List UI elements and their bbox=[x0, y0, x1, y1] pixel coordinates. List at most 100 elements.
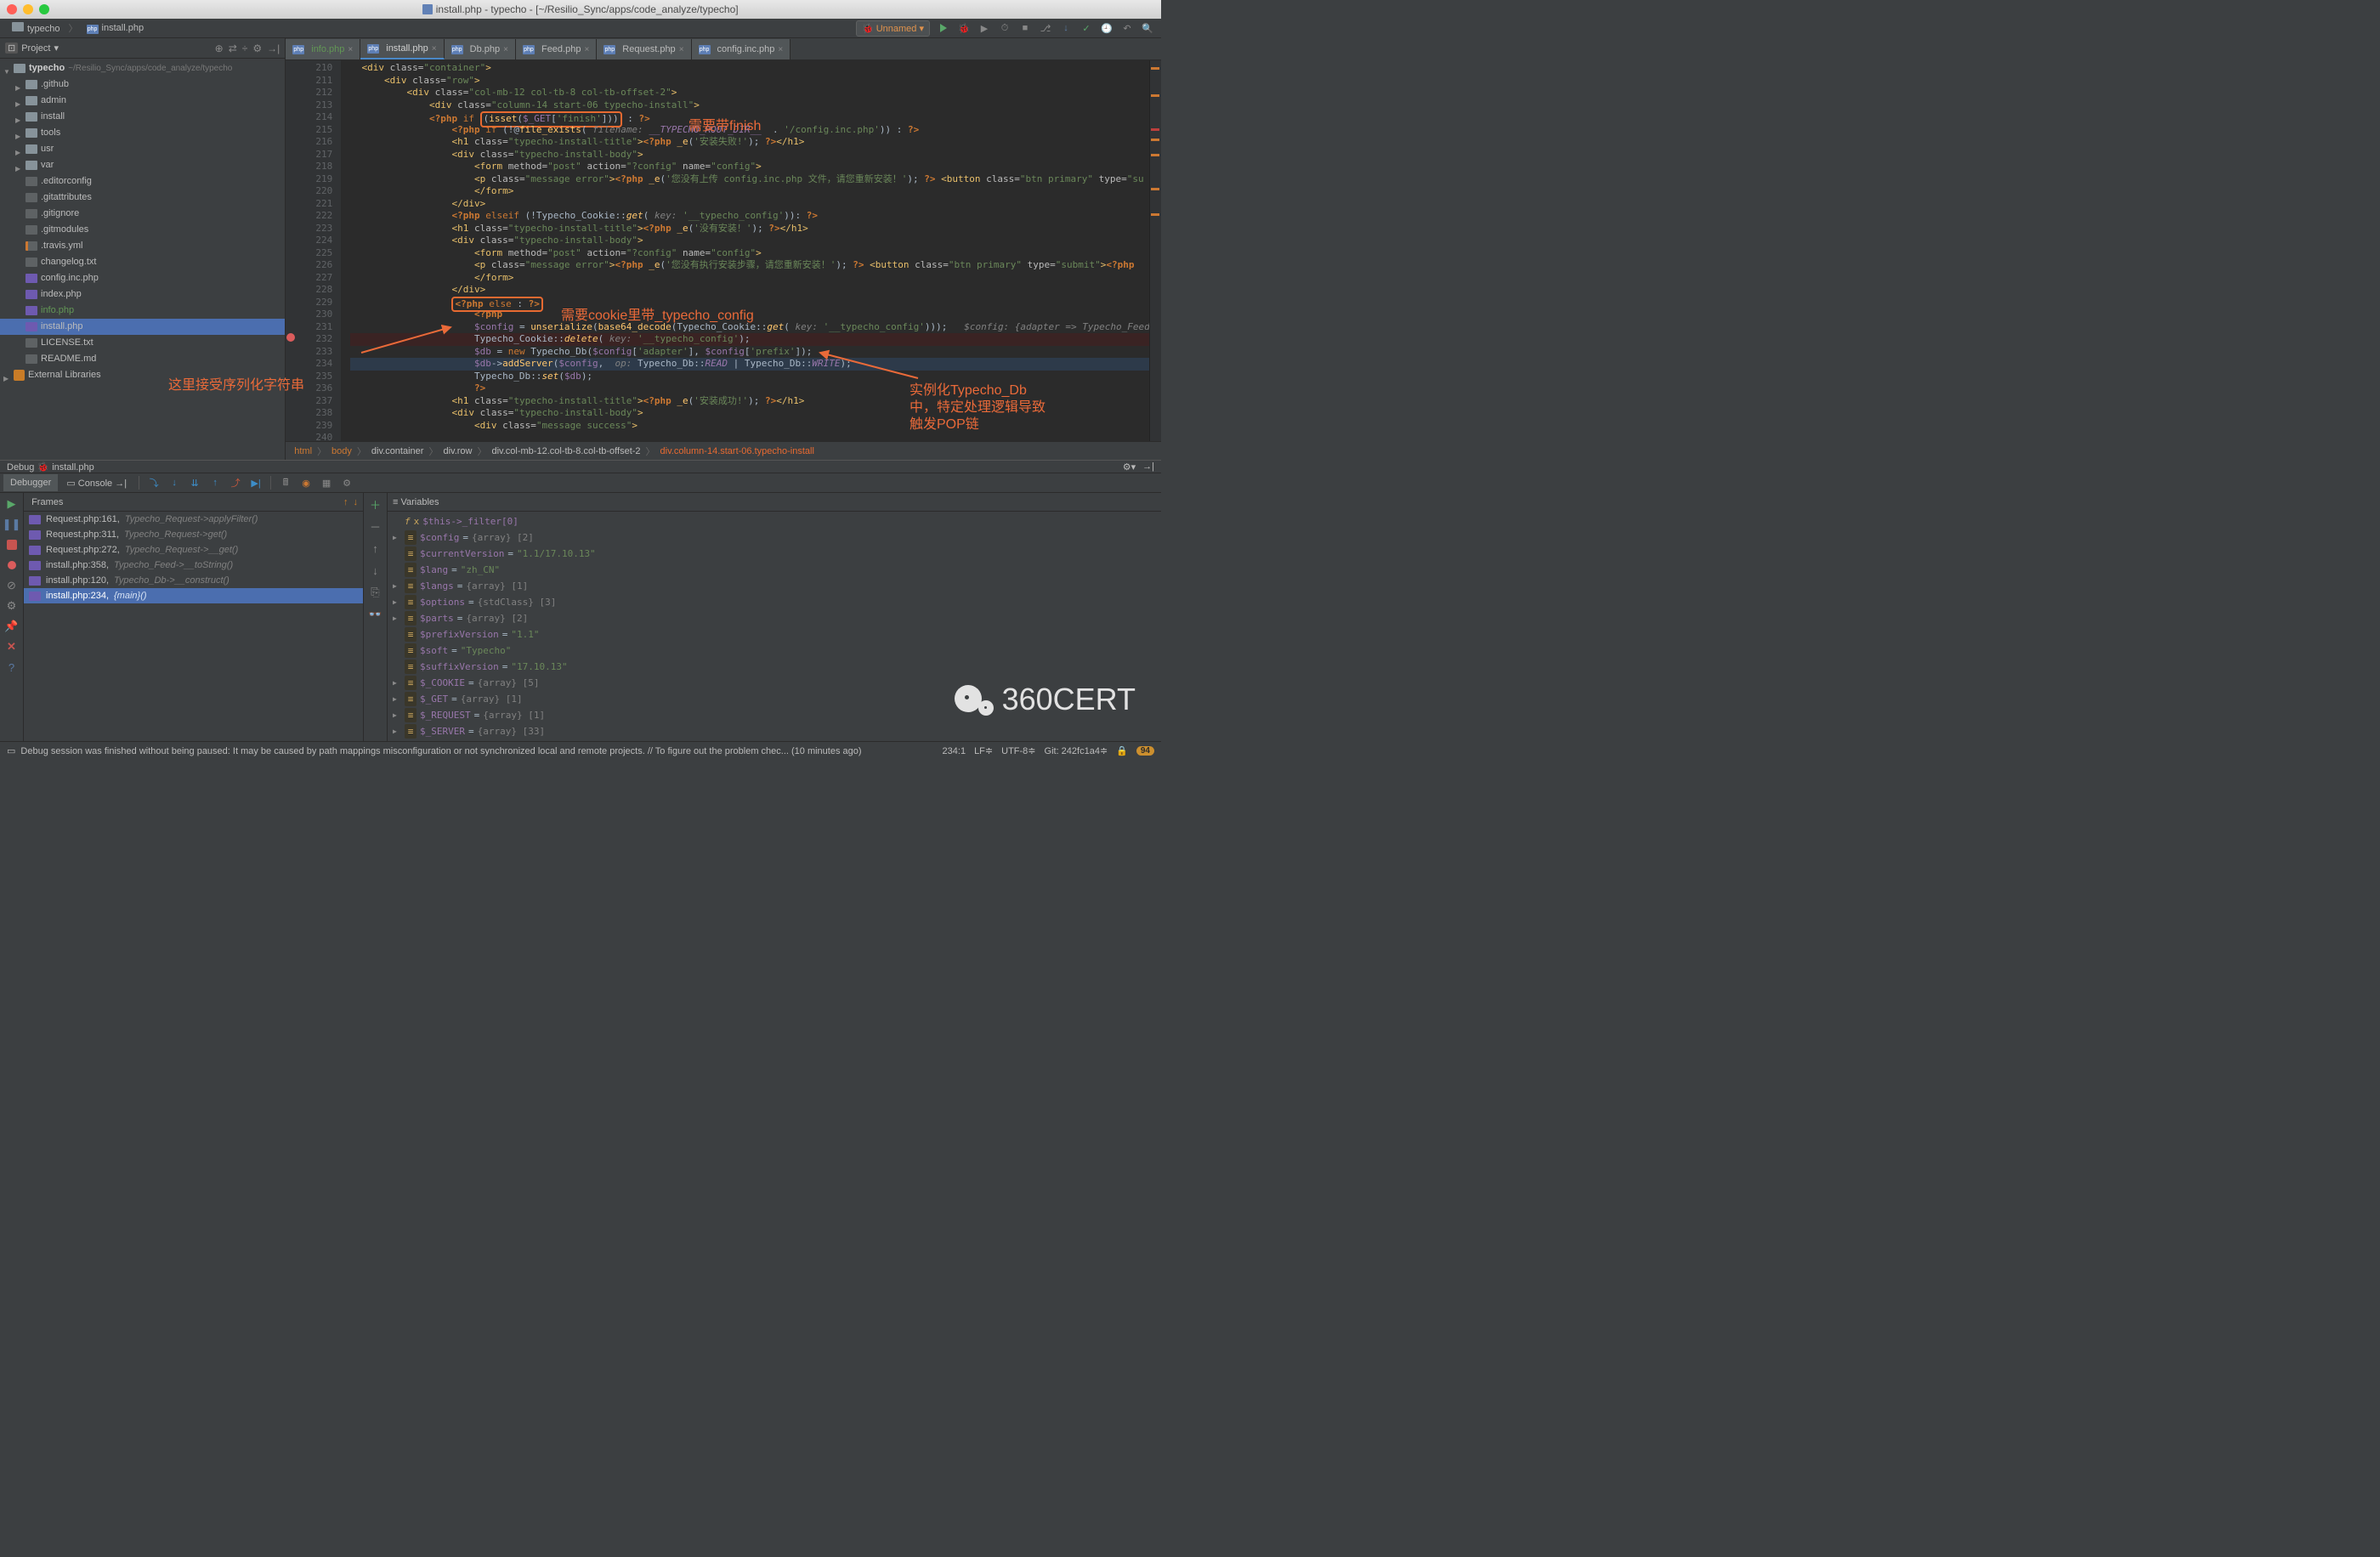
hide-icon[interactable]: →| bbox=[267, 42, 280, 54]
debug-button[interactable]: 🐞 bbox=[957, 21, 971, 35]
next-frame-icon[interactable]: ↓ bbox=[354, 497, 359, 507]
var-$_SERVER[interactable]: ▶≡ $_SERVER = {array} [33] bbox=[388, 723, 1161, 739]
step-over-icon[interactable]: ⤵ bbox=[144, 473, 163, 492]
breadcrumb-html[interactable]: html bbox=[294, 446, 312, 456]
var-$soft[interactable]: ≡ $soft = "Typecho" bbox=[388, 643, 1161, 659]
tree-item-install[interactable]: install bbox=[0, 109, 285, 125]
search-icon[interactable]: 🔍 bbox=[1141, 21, 1154, 35]
stop-button[interactable]: ■ bbox=[1018, 21, 1032, 35]
tab-Request.php[interactable]: phpRequest.php bbox=[597, 39, 691, 59]
editor-gutter[interactable]: 2102112122132142152162172182192202212222… bbox=[296, 60, 342, 441]
frame-Request.php:272[interactable]: Request.php:272, Typecho_Request->__get(… bbox=[24, 542, 363, 558]
step-out-icon[interactable]: ↑ bbox=[206, 473, 224, 492]
var-$suffixVersion[interactable]: ≡ $suffixVersion = "17.10.13" bbox=[388, 659, 1161, 675]
frame-install.php:358[interactable]: install.php:358, Typecho_Feed->__toStrin… bbox=[24, 558, 363, 573]
console-tab[interactable]: ▭ Console →| bbox=[60, 474, 133, 492]
scroll-source-icon[interactable]: ⇄ bbox=[229, 42, 237, 54]
var-$_COOKIE[interactable]: ▶≡ $_COOKIE = {array} [5] bbox=[388, 675, 1161, 691]
debug-hide-icon[interactable]: →| bbox=[1142, 461, 1154, 473]
pause-icon[interactable]: ❚❚ bbox=[4, 517, 20, 532]
tree-external-libs[interactable]: External Libraries bbox=[0, 367, 285, 383]
step-into-icon[interactable]: ↓ bbox=[165, 473, 184, 492]
tree-item-.travis.yml[interactable]: .travis.yml bbox=[0, 238, 285, 254]
debug-settings-icon[interactable]: ⚙ bbox=[4, 598, 20, 614]
tree-item-changelog.txt[interactable]: changelog.txt bbox=[0, 254, 285, 270]
tab-info.php[interactable]: phpinfo.php bbox=[286, 39, 360, 59]
tree-item-LICENSE.txt[interactable]: LICENSE.txt bbox=[0, 335, 285, 351]
down-icon[interactable]: ↓ bbox=[368, 563, 383, 578]
editor-marker-gutter[interactable] bbox=[1149, 60, 1161, 441]
frame-Request.php:311[interactable]: Request.php:311, Typecho_Request->get() bbox=[24, 527, 363, 542]
var-$parts[interactable]: ▶≡ $parts = {array} [2] bbox=[388, 610, 1161, 626]
close-session-icon[interactable]: ✕ bbox=[4, 639, 20, 654]
tab-Feed.php[interactable]: phpFeed.php bbox=[516, 39, 597, 59]
watches-icon[interactable]: 👓 bbox=[368, 607, 383, 622]
divide-icon[interactable]: ÷ bbox=[242, 42, 248, 54]
gear-icon[interactable]: ⚙ bbox=[252, 42, 262, 54]
evaluate-icon[interactable]: 🖩 bbox=[276, 473, 295, 492]
tab-close-icon[interactable] bbox=[432, 44, 437, 54]
debugger-tab[interactable]: Debugger bbox=[3, 474, 58, 491]
status-icon[interactable]: ▭ bbox=[7, 745, 15, 756]
var-$prefixVersion[interactable]: ≡ $prefixVersion = "1.1" bbox=[388, 626, 1161, 643]
vcs-button[interactable]: ⎇ bbox=[1039, 21, 1052, 35]
run-config-dropdown[interactable]: 🐞 Unnamed ▾ bbox=[856, 20, 930, 37]
history-button[interactable]: 🕘 bbox=[1100, 21, 1114, 35]
var-$_REQUEST[interactable]: ▶≡ $_REQUEST = {array} [1] bbox=[388, 707, 1161, 723]
layout-icon[interactable]: ▦ bbox=[317, 473, 336, 492]
frame-install.php:234[interactable]: install.php:234, {main}() bbox=[24, 588, 363, 603]
var-$_GET[interactable]: ▶≡ $_GET = {array} [1] bbox=[388, 691, 1161, 707]
duplicate-icon[interactable]: ⎘ bbox=[368, 585, 383, 600]
status-event-badge[interactable]: 94 bbox=[1136, 746, 1154, 756]
tree-item-.editorconfig[interactable]: .editorconfig bbox=[0, 173, 285, 190]
trace-icon[interactable]: ◉ bbox=[297, 473, 315, 492]
tree-item-install.php[interactable]: install.php bbox=[0, 319, 285, 335]
update-button[interactable]: ↓ bbox=[1059, 21, 1073, 35]
help-icon[interactable]: ? bbox=[4, 660, 20, 675]
tab-close-icon[interactable] bbox=[584, 45, 589, 54]
frame-Request.php:161[interactable]: Request.php:161, Typecho_Request->applyF… bbox=[24, 512, 363, 527]
mute-breakpoints-icon[interactable]: ⊘ bbox=[4, 578, 20, 593]
breadcrumb-body[interactable]: body bbox=[332, 446, 352, 456]
remove-watch-icon[interactable]: － bbox=[368, 518, 383, 534]
tree-item-index.php[interactable]: index.php bbox=[0, 286, 285, 303]
status-position[interactable]: 234:1 bbox=[943, 746, 966, 756]
tab-close-icon[interactable] bbox=[679, 45, 684, 54]
frame-install.php:120[interactable]: install.php:120, Typecho_Db->__construct… bbox=[24, 573, 363, 588]
tree-item-tools[interactable]: tools bbox=[0, 125, 285, 141]
tab-close-icon[interactable] bbox=[503, 45, 508, 54]
status-git[interactable]: Git: 242fc1a4≑ bbox=[1045, 745, 1108, 756]
tree-item-admin[interactable]: admin bbox=[0, 93, 285, 109]
tree-item-usr[interactable]: usr bbox=[0, 141, 285, 157]
breadcrumb-div.row[interactable]: div.row bbox=[443, 446, 472, 456]
add-watch-icon[interactable]: ＋ bbox=[368, 496, 383, 512]
breadcrumb-bar[interactable]: html〉body〉div.container〉div.row〉div.col-… bbox=[286, 441, 1161, 460]
view-breakpoints-icon[interactable] bbox=[4, 558, 20, 573]
collapse-all-icon[interactable]: ⊕ bbox=[215, 42, 224, 54]
settings-icon[interactable]: ⚙ bbox=[337, 473, 356, 492]
breadcrumb-div.col-mb-12.col-tb-8.col-tb-offset-2[interactable]: div.col-mb-12.col-tb-8.col-tb-offset-2 bbox=[491, 446, 640, 456]
tree-item-.gitmodules[interactable]: .gitmodules bbox=[0, 222, 285, 238]
code-editor[interactable]: <div class="container"> <div class="row"… bbox=[342, 60, 1161, 441]
breadcrumb-root[interactable]: typecho bbox=[7, 20, 65, 36]
breadcrumb-file[interactable]: phpinstall.php bbox=[82, 21, 150, 36]
up-icon[interactable]: ↑ bbox=[368, 541, 383, 556]
run-button[interactable] bbox=[937, 21, 950, 35]
tree-item-config.inc.php[interactable]: config.inc.php bbox=[0, 270, 285, 286]
status-line-sep[interactable]: LF≑ bbox=[974, 745, 993, 756]
tab-install.php[interactable]: phpinstall.php bbox=[360, 39, 444, 59]
profile-button[interactable]: ⏱ bbox=[998, 21, 1012, 35]
drop-frame-icon[interactable]: ⤴ bbox=[226, 473, 245, 492]
tree-item-.github[interactable]: .github bbox=[0, 76, 285, 93]
prev-frame-icon[interactable]: ↑ bbox=[343, 497, 348, 507]
revert-button[interactable]: ↶ bbox=[1120, 21, 1134, 35]
var-$this->_filter[0][interactable]: fx $this->_filter[0] bbox=[388, 513, 1161, 529]
tree-root[interactable]: typecho ~/Resilio_Sync/apps/code_analyze… bbox=[0, 60, 285, 76]
var-$langs[interactable]: ▶≡ $langs = {array} [1] bbox=[388, 578, 1161, 594]
breadcrumb-div.column-14.start-06.typecho-install[interactable]: div.column-14.start-06.typecho-install bbox=[660, 446, 814, 456]
resume-icon[interactable]: ▶ bbox=[4, 496, 20, 512]
pin-icon[interactable]: 📌 bbox=[4, 619, 20, 634]
tab-config.inc.php[interactable]: phpconfig.inc.php bbox=[692, 39, 791, 59]
force-step-into-icon[interactable]: ⇊ bbox=[185, 473, 204, 492]
tree-item-README.md[interactable]: README.md bbox=[0, 351, 285, 367]
